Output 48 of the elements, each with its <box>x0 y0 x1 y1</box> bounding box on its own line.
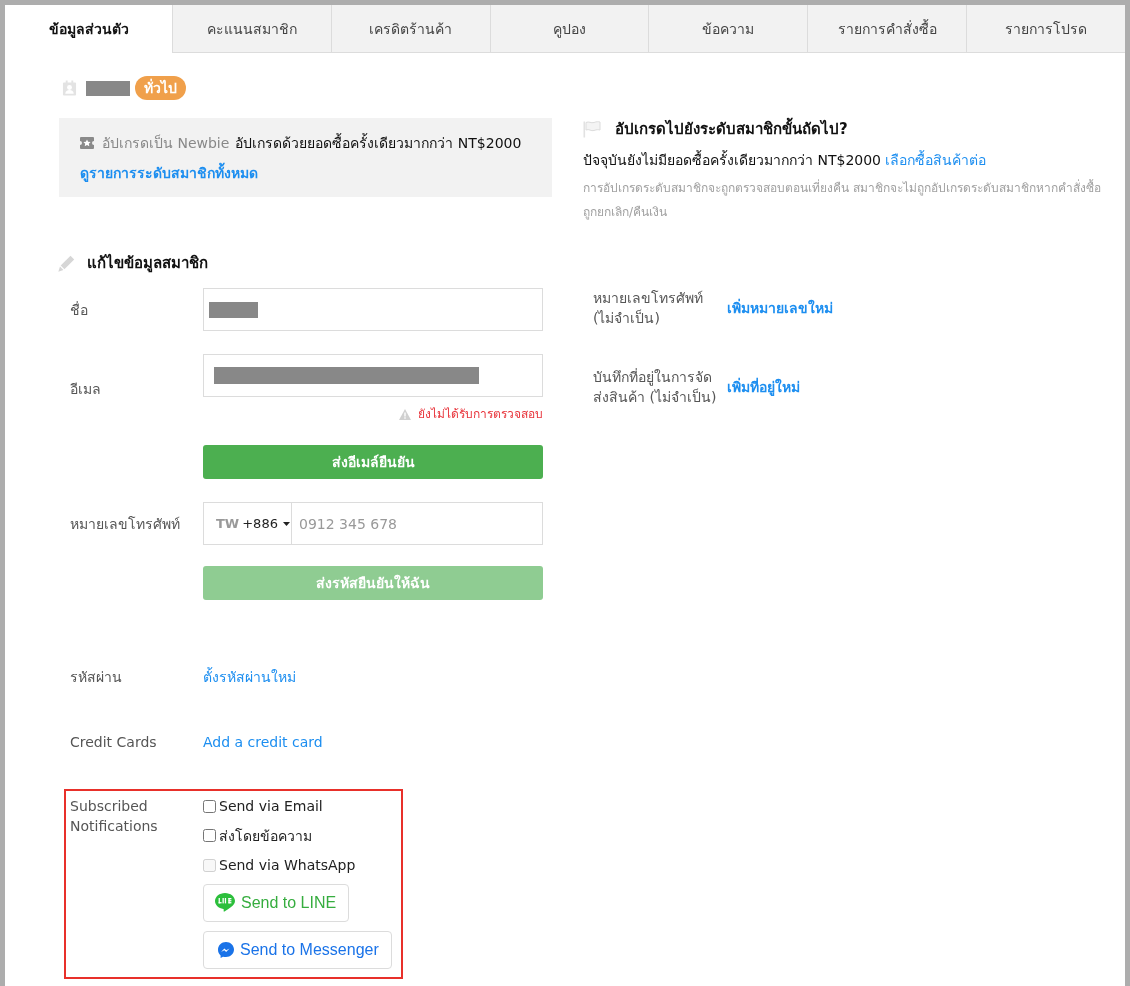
warning-icon <box>399 408 411 420</box>
field-label: ชื่อ <box>70 300 89 320</box>
option-label: ส่งโดยข้อความ <box>219 826 312 846</box>
field-label: Credit Cards <box>70 733 158 752</box>
upgrade-condition: อัปเกรดด้วยยอดซื้อครั้งเดียวมากกว่า NT$2000 <box>235 132 522 153</box>
field-label: อีเมล <box>70 380 102 399</box>
tier-badge: ทั่วไป <box>135 76 186 100</box>
option-label: Send via WhatsApp <box>219 856 356 875</box>
tab[interactable]: คะแนนสมาชิก <box>172 5 331 53</box>
next-level-title: อัปเกรดไปยังระดับสมาชิกขั้นถัดไป? <box>615 118 848 140</box>
member-card-icon <box>62 80 77 96</box>
field-label: หมายเลขโทรศัพท์ <box>70 514 181 534</box>
tab[interactable]: รายการโปรด <box>966 5 1125 53</box>
add-link[interactable]: เพิ่มที่อยู่ใหม่ <box>727 376 800 398</box>
tab[interactable]: เครดิตร้านค้า <box>330 5 490 53</box>
next-tier-label: อัปเกรดเป็น Newbie <box>102 133 230 153</box>
field-label: Subscribed Notifications <box>70 797 159 836</box>
send-to-messenger-button[interactable]: Send to Messenger <box>203 930 392 969</box>
field-link[interactable]: Add a credit card <box>203 732 323 752</box>
country-code-select[interactable]: TW +886 <box>203 502 292 545</box>
tab[interactable]: รายการคำสั่งซื้อ <box>807 5 967 53</box>
checkbox[interactable] <box>203 829 216 842</box>
field-label: รหัสผ่าน <box>70 668 123 687</box>
section-title: แก้ไขข้อมูลสมาชิก <box>87 252 208 275</box>
field-label: บันทึกที่อยู่ในการจัดส่งสินค้า (ไม่จำเป็น) <box>593 367 718 407</box>
checkbox[interactable] <box>203 799 216 813</box>
warning-text: ยังไม่ได้รับการตรวจสอบ <box>418 406 543 423</box>
tab[interactable]: คูปอง <box>489 5 649 53</box>
input-field[interactable] <box>203 354 543 397</box>
upgrade-status: ปัจจุบันยังไม่มียอดซื้อครั้งเดียวมากกว่า NT$2000 เลือกซื้อสินค้าต่อ <box>583 149 988 171</box>
field-link[interactable]: ตั้งรหัสผ่านใหม่ <box>203 667 296 687</box>
phone-input[interactable]: 0912 345 678 <box>292 502 543 545</box>
chat-bubble-icon <box>215 893 235 912</box>
input-field[interactable] <box>203 288 543 331</box>
tier-list-link[interactable]: ดูรายการระดับสมาชิกทั้งหมด <box>80 162 258 184</box>
continue-shopping-link[interactable]: เลือกซื้อสินค้าต่อ <box>885 152 987 168</box>
field-label: หมายเลขโทรศัพท์ (ไม่จำเป็น) <box>593 289 704 328</box>
send-to-line-button[interactable]: Send to LINE <box>203 883 350 922</box>
caret-icon <box>282 521 290 526</box>
add-link[interactable]: เพิ่มหมายเลขใหม่ <box>727 297 833 319</box>
option-label: Send via Email <box>219 797 323 816</box>
star-ticket-icon <box>80 137 94 149</box>
verify-button[interactable]: ส่งอีเมล์ยืนยัน <box>203 445 543 479</box>
pencil-icon <box>58 254 75 272</box>
tab[interactable]: ข้อความ <box>648 5 808 53</box>
bolt-bubble-icon <box>218 941 234 958</box>
upgrade-note: การอัปเกรดระดับสมาชิกจะถูกตรวจสอบตอนเที่ยงคืน สมาชิกจะไม่ถูกอัปเกรดระดับสมาชิกหากคำสั่งซื้อถูกยกเลิก/คืนเงิน <box>583 178 1102 222</box>
flag-icon <box>583 120 603 138</box>
